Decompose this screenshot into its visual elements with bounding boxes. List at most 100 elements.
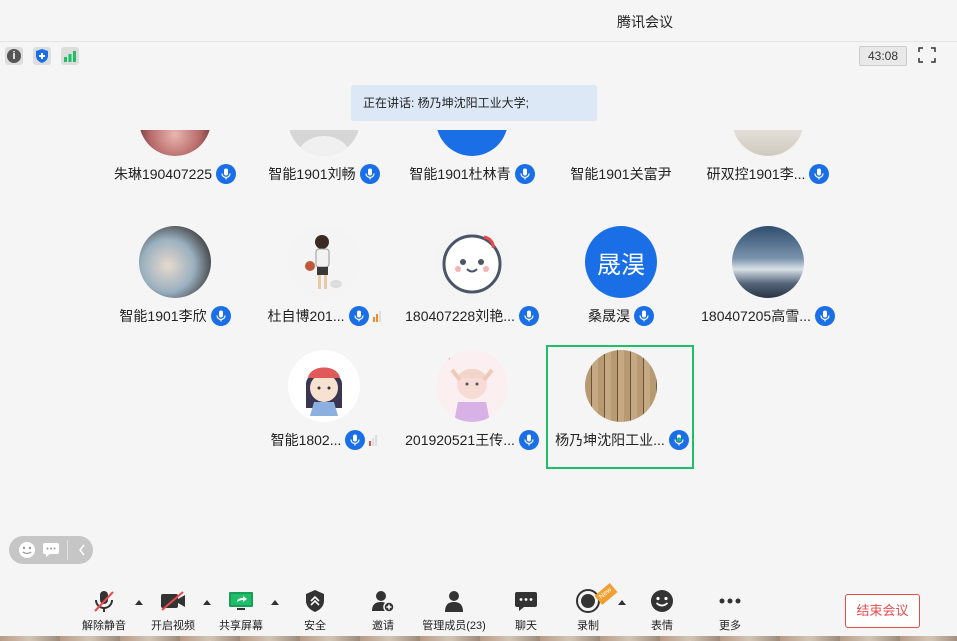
participant-name: 智能1901李欣	[119, 308, 207, 324]
participant-name: 180407228刘艳...	[405, 308, 515, 324]
reaction-bar[interactable]	[9, 536, 93, 564]
desktop-strip	[0, 636, 957, 641]
shield-icon[interactable]	[33, 47, 51, 65]
weak-signal-icon	[369, 434, 378, 446]
participant-name: 201920521王传...	[405, 432, 515, 448]
avatar	[732, 226, 804, 298]
meeting-timer: 43:08	[859, 46, 907, 66]
avatar	[139, 130, 211, 156]
start-video-label: 开启视频	[151, 620, 195, 632]
microphone-icon	[514, 164, 535, 184]
comment-icon[interactable]	[42, 541, 60, 564]
microphone-icon	[518, 306, 539, 326]
avatar	[585, 350, 657, 422]
participant-tile[interactable]: 180407205高雪...	[694, 222, 842, 346]
participant-name: 智能1802...	[270, 432, 342, 448]
participant-tile[interactable]: 智能1802...	[250, 346, 398, 470]
avatar	[288, 130, 360, 156]
meeting-toolbar: 解除静音 开启视频 共享屏幕 安全 邀请 管理成员(23) 聊天 录制 New …	[0, 580, 957, 641]
avatar	[139, 226, 211, 298]
security-shield-icon	[283, 588, 347, 614]
manage-members-button[interactable]: 管理成员(23)	[414, 588, 494, 636]
microphone-icon	[634, 306, 654, 326]
window-title: 腾讯会议	[617, 14, 673, 30]
security-button[interactable]: 安全	[283, 588, 347, 636]
participant-name: 杜自博201...	[267, 308, 345, 324]
emoji-icon[interactable]	[18, 541, 36, 564]
members-icon	[414, 588, 494, 614]
participant-tile[interactable]: 180407228刘艳...	[398, 222, 546, 346]
more-button[interactable]: 更多	[698, 588, 762, 636]
divider	[67, 540, 68, 560]
collapse-chevron-icon[interactable]	[77, 541, 87, 564]
reactions-button[interactable]: 表情	[630, 588, 694, 636]
start-video-button[interactable]: 开启视频	[141, 588, 205, 636]
record-label: 录制	[577, 620, 599, 632]
participant-name: 桑晟淏	[588, 308, 630, 324]
invite-button[interactable]: 邀请	[351, 588, 415, 636]
fullscreen-icon[interactable]	[918, 47, 938, 65]
microphone-icon	[348, 306, 369, 326]
status-bar: i 43:08	[0, 42, 957, 70]
security-label: 安全	[304, 620, 326, 632]
share-screen-button[interactable]: 共享屏幕	[209, 588, 273, 636]
avatar	[288, 350, 360, 422]
avatar: 晟淏	[585, 226, 657, 298]
microphone-speaking-icon	[668, 430, 689, 450]
smiley-icon	[630, 588, 694, 614]
microphone-icon	[216, 164, 237, 184]
avatar	[436, 226, 508, 298]
avatar	[436, 350, 508, 422]
avatar	[436, 130, 508, 156]
more-label: 更多	[719, 620, 741, 632]
weak-signal-icon	[372, 310, 381, 322]
info-icon[interactable]: i	[5, 47, 23, 65]
participant-tile[interactable]: 杜自博201...	[250, 222, 398, 346]
participant-tile[interactable]: 智能1901杜林青	[398, 130, 546, 204]
invite-label: 邀请	[372, 620, 394, 632]
microphone-icon	[809, 164, 830, 184]
participant-tile[interactable]: 智能1901关富尹	[547, 130, 695, 204]
chat-button[interactable]: 聊天	[494, 588, 558, 636]
participant-tile[interactable]: 智能1901李欣	[101, 222, 249, 346]
unmute-button[interactable]: 解除静音	[72, 588, 136, 636]
network-signal-icon[interactable]	[61, 47, 79, 65]
microphone-icon	[359, 164, 380, 184]
speaking-indicator: 正在讲话: 杨乃坤沈阳工业大学;	[351, 85, 597, 121]
participant-tile[interactable]: 晟淏 桑晟淏	[547, 222, 695, 346]
participant-name: 智能1901杜林青	[409, 166, 511, 182]
participant-name: 研双控1901李...	[706, 166, 806, 182]
participant-name: 180407205高雪...	[701, 308, 811, 324]
microphone-icon	[345, 430, 366, 450]
end-meeting-button[interactable]: 结束会议	[845, 594, 920, 628]
participant-tile[interactable]: 201920521王传...	[398, 346, 546, 470]
manage-members-label: 管理成员(23)	[422, 620, 486, 632]
microphone-icon	[518, 430, 539, 450]
participant-grid: 朱琳190407225 智能1901刘畅 智能1901杜林青 智能1901关富尹…	[0, 130, 957, 530]
more-dots-icon	[698, 588, 762, 614]
share-options-chevron-icon[interactable]	[271, 600, 279, 605]
participant-name: 杨乃坤沈阳工业...	[555, 432, 665, 448]
avatar	[288, 226, 360, 298]
share-screen-label: 共享屏幕	[219, 620, 263, 632]
reactions-label: 表情	[651, 620, 673, 632]
muted-microphone-icon	[72, 588, 136, 614]
chat-label: 聊天	[515, 620, 537, 632]
participant-tile[interactable]: 朱琳190407225	[101, 130, 249, 204]
participant-name: 朱琳190407225	[113, 166, 213, 182]
title-bar: 腾讯会议	[0, 0, 957, 42]
share-screen-icon	[209, 588, 273, 614]
microphone-icon	[210, 306, 231, 326]
invite-user-icon	[351, 588, 415, 614]
participant-tile-active-speaker[interactable]: 杨乃坤沈阳工业...	[546, 345, 694, 469]
participant-name: 智能1901刘畅	[268, 166, 356, 182]
participant-name: 智能1901关富尹	[570, 166, 672, 182]
avatar-initials: 晟淏	[597, 251, 645, 279]
chat-icon	[494, 588, 558, 614]
record-options-chevron-icon[interactable]	[618, 600, 626, 605]
microphone-icon	[814, 306, 835, 326]
participant-tile[interactable]: 智能1901刘畅	[250, 130, 398, 204]
participant-tile[interactable]: 研双控1901李...	[694, 130, 842, 204]
unmute-label: 解除静音	[82, 620, 126, 632]
avatar	[732, 130, 804, 156]
